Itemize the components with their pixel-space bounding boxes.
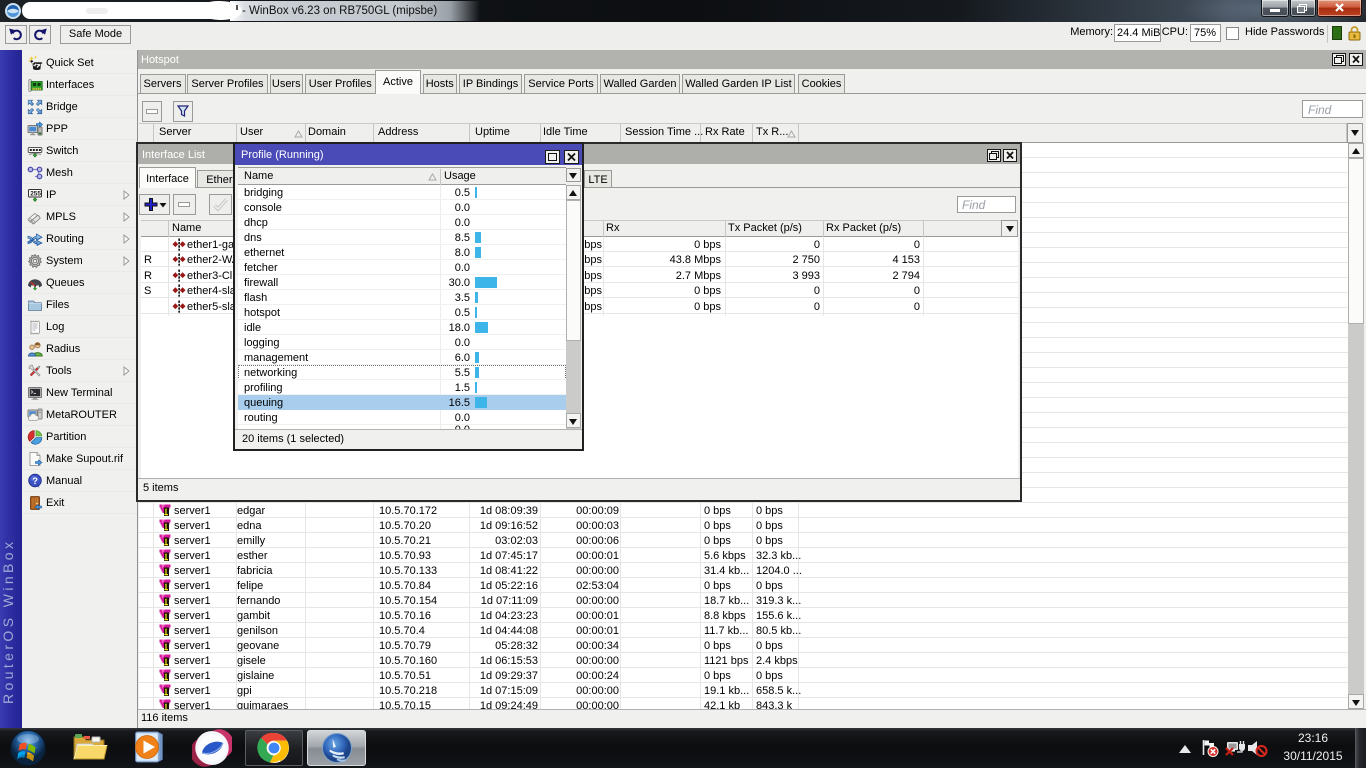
svg-text:255: 255 [30, 191, 41, 198]
svg-text:?: ? [32, 476, 38, 487]
